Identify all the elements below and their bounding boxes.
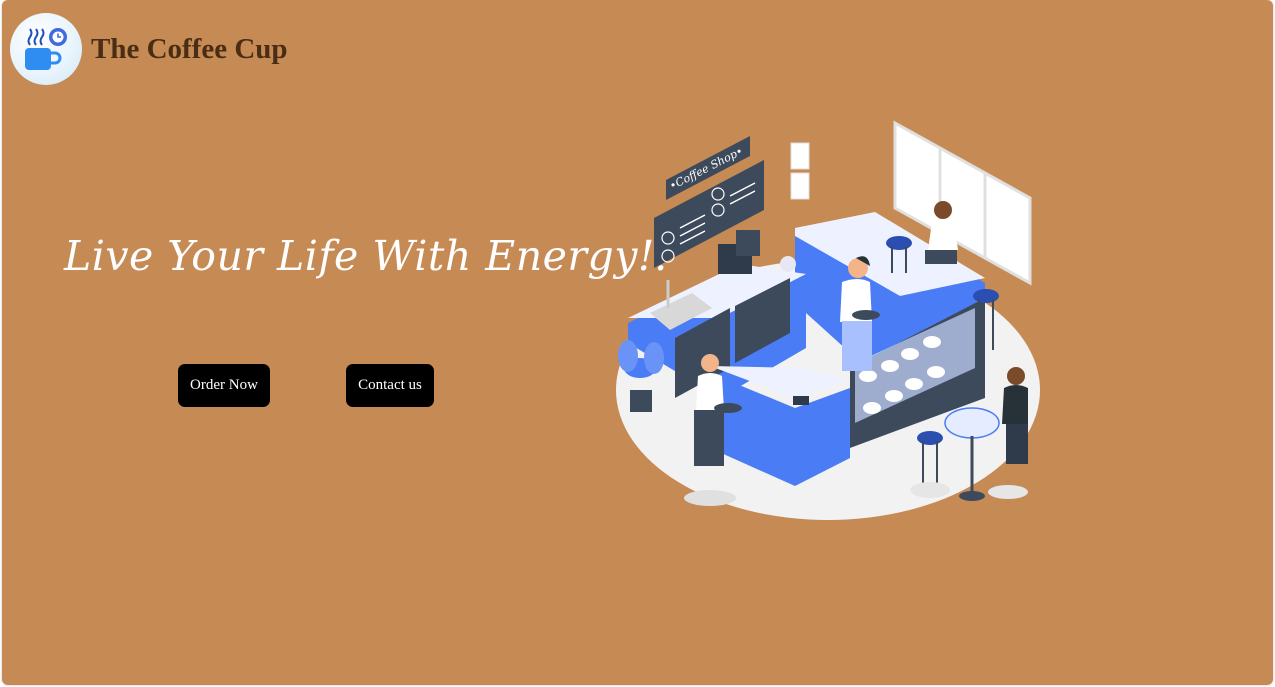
brand-name: The Coffee Cup — [91, 33, 288, 65]
landing-page: The Coffee Cup Live Your Life With Energ… — [2, 0, 1273, 685]
hero-tagline: Live Your Life With Energy!! — [64, 232, 672, 280]
coffee-shop-illustration: •Coffee Shop• — [616, 120, 1040, 520]
contact-us-button[interactable]: Contact us — [346, 364, 434, 407]
coffee-cup-icon — [25, 28, 67, 70]
order-now-button[interactable]: Order Now — [178, 364, 270, 407]
logo — [10, 13, 82, 85]
